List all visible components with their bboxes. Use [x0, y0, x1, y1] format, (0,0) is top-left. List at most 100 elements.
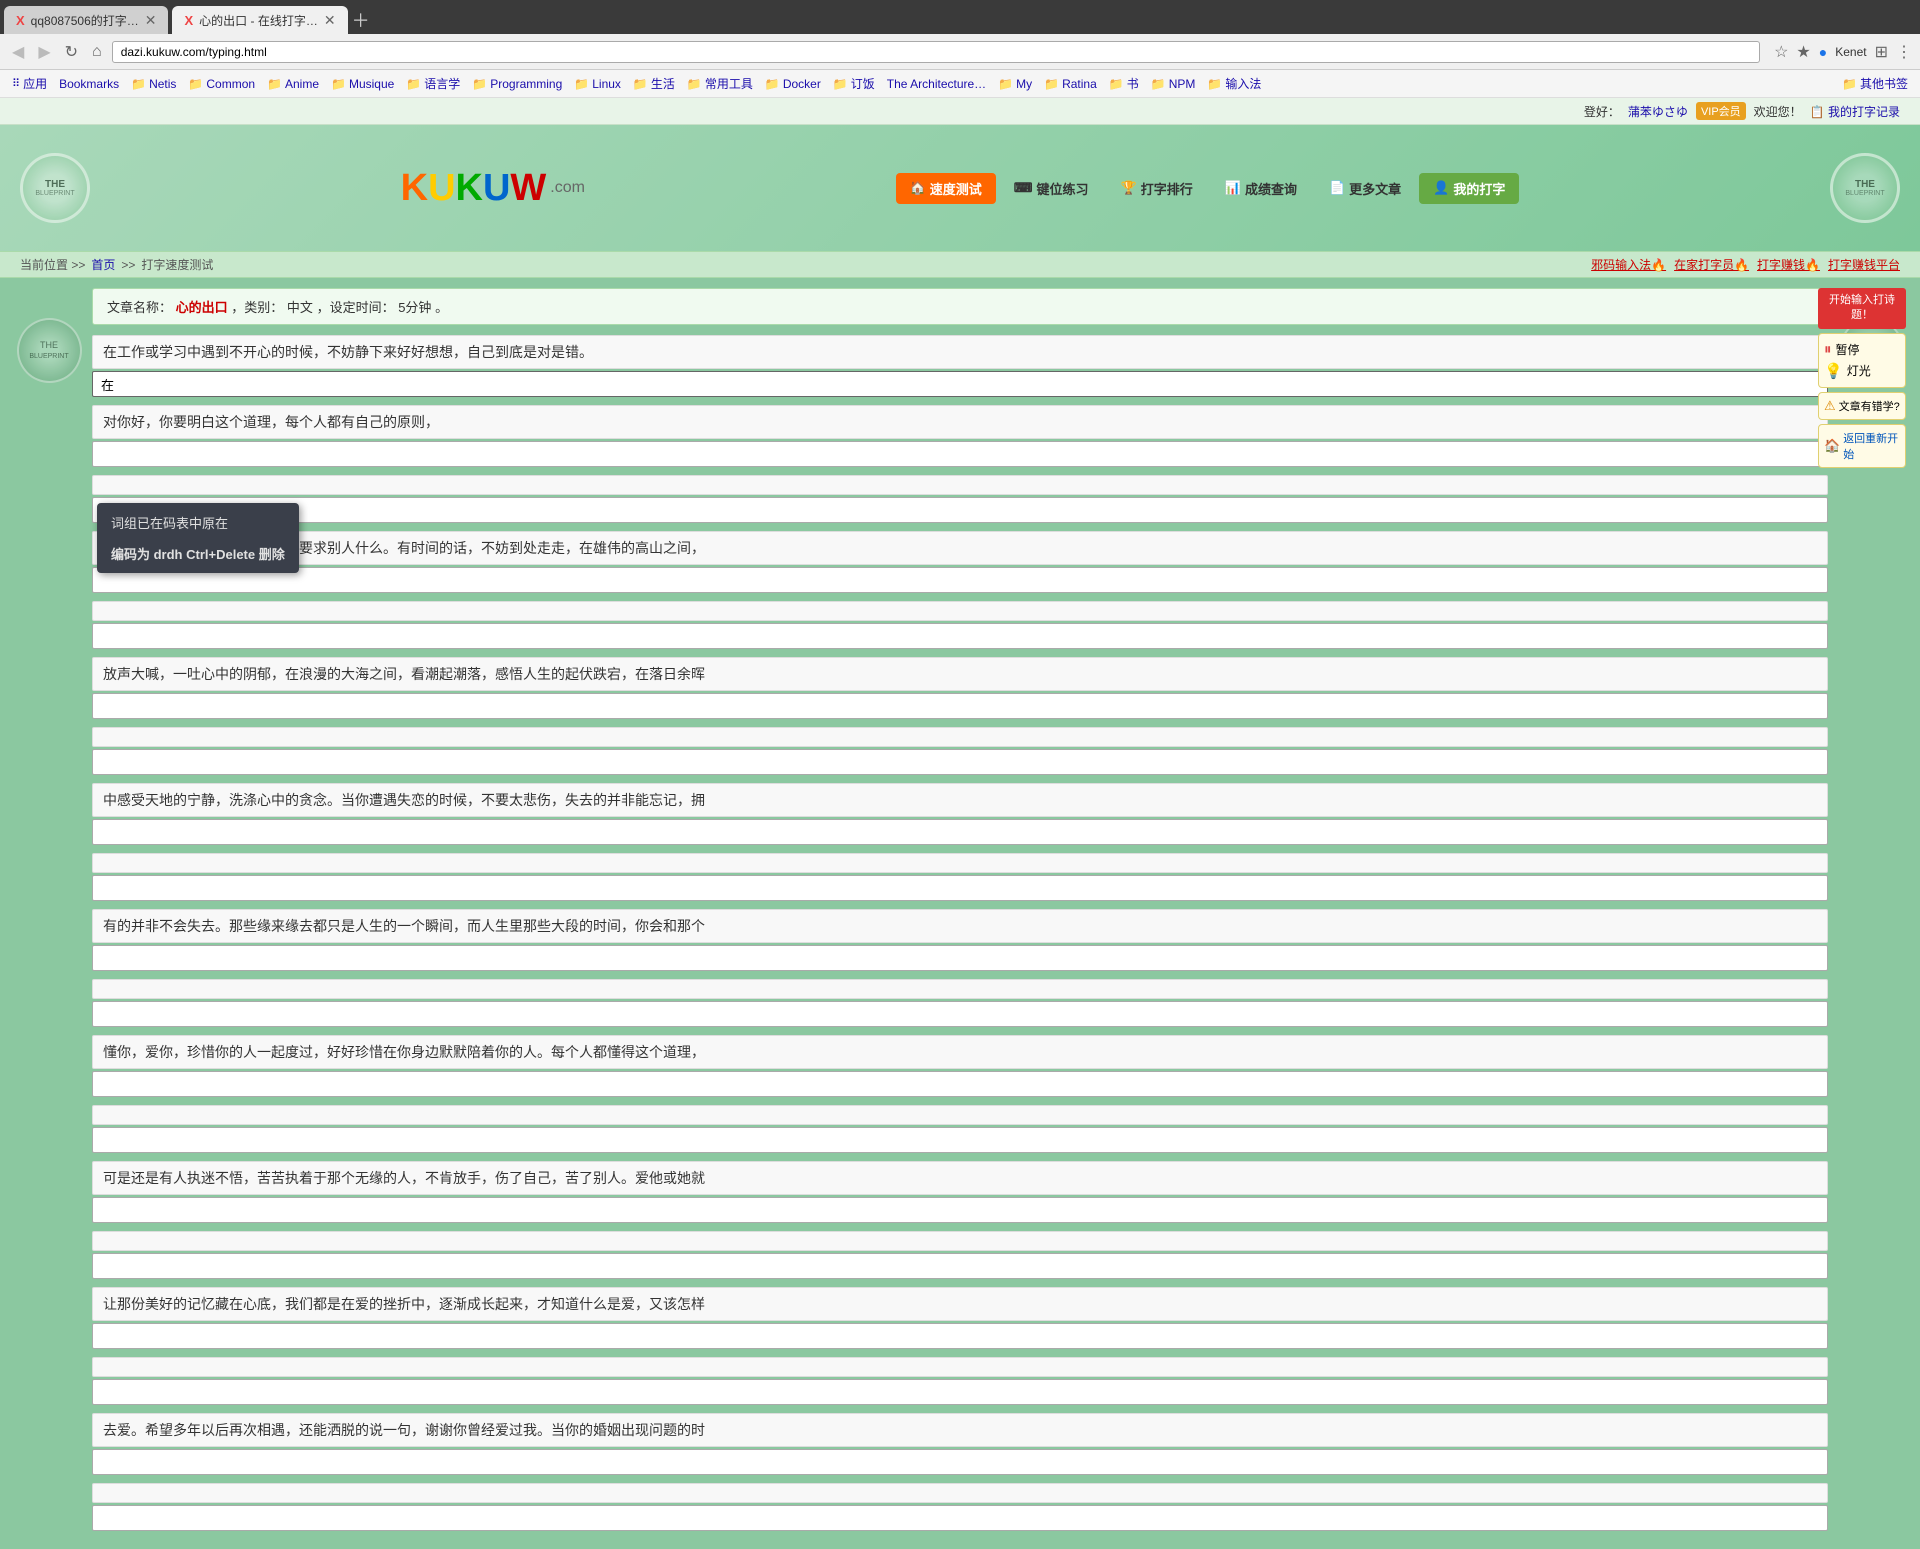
bookmark-anime[interactable]: 📁 Anime — [263, 76, 323, 92]
bookmark-input[interactable]: 📁 输入法 — [1203, 74, 1265, 93]
new-tab-button[interactable]: ＋ — [352, 7, 370, 33]
input-line-12[interactable] — [92, 1071, 1828, 1097]
bookmark-npm[interactable]: 📁 NPM — [1147, 76, 1200, 92]
start-input-banner[interactable]: 开始输入打诗题！ — [1818, 288, 1906, 329]
text-line-13 — [92, 1105, 1828, 1125]
nav-speed-test[interactable]: 🏠 速度测试 — [896, 173, 996, 204]
bookmark-ratina[interactable]: 📁 Ratina — [1040, 76, 1101, 92]
bookmark-musique[interactable]: 📁 Musique — [327, 76, 398, 92]
breadcrumb-link-earn[interactable]: 打字赚钱🔥 — [1757, 256, 1820, 273]
input-line-13[interactable] — [92, 1127, 1828, 1153]
bookmark-common[interactable]: 📁 Common — [184, 76, 259, 92]
restart-button[interactable]: 🏠 返回重新开始 — [1818, 424, 1906, 468]
tab-active[interactable]: X 心的出口 - 在线打字… ✕ — [172, 6, 347, 34]
input-line-5[interactable] — [92, 623, 1828, 649]
text-line-5 — [92, 601, 1828, 621]
pause-button[interactable]: ⏸ 暂停 — [1824, 339, 1900, 360]
left-decoration: THE BLUEPRINT — [20, 133, 90, 243]
site-logo[interactable]: KUKUW .com — [401, 167, 585, 210]
bookmark-books[interactable]: 📁 书 — [1105, 74, 1143, 93]
text-line-11 — [92, 979, 1828, 999]
content-area: 文章名称： 心的出口 ，类别： 中文 ，设定时间： 5分钟 。 词组已在码表中原… — [92, 288, 1828, 1539]
logo-u1: U — [428, 167, 455, 209]
nav-keyboard-practice[interactable]: ⌨ 键位练习 — [1000, 173, 1103, 204]
breadcrumb-home[interactable]: 首页 — [91, 256, 115, 273]
bookmark-linguistics[interactable]: 📁 语言学 — [402, 74, 464, 93]
input-line-14[interactable] — [92, 1197, 1828, 1223]
bookmark-icon[interactable]: ★ — [1796, 42, 1810, 62]
paragraph-5 — [92, 601, 1828, 649]
input-line-1[interactable] — [92, 371, 1828, 397]
context-menu-item-2[interactable]: 编码为 drdh Ctrl+Delete 删除 — [97, 538, 299, 569]
forward-button[interactable]: ▶ — [34, 40, 54, 64]
input-line-15[interactable] — [92, 1253, 1828, 1279]
bookmark-bookmarks[interactable]: Bookmarks — [55, 76, 123, 92]
breadcrumb-link-home-typing[interactable]: 在家打字员🔥 — [1674, 256, 1749, 273]
breadcrumb-link-platform[interactable]: 打字赚钱平台 — [1828, 256, 1900, 273]
bookmark-linux[interactable]: 📁 Linux — [570, 76, 625, 92]
paragraph-11 — [92, 979, 1828, 1027]
context-menu[interactable]: 词组已在码表中原在 编码为 drdh Ctrl+Delete 删除 — [97, 503, 299, 573]
site-header: THE BLUEPRINT KUKUW .com 🏠 速度测试 ⌨ 键位练习 — [0, 125, 1920, 251]
tab-title-active: 心的出口 - 在线打字… — [199, 12, 318, 29]
input-line-11[interactable] — [92, 1001, 1828, 1027]
bookmark-order[interactable]: 📁 订饭 — [829, 74, 879, 93]
home-button[interactable]: ⌂ — [88, 41, 106, 63]
context-menu-item-1[interactable]: 词组已在码表中原在 — [97, 507, 299, 538]
input-line-18[interactable] — [92, 1449, 1828, 1475]
folder-icon-my: 📁 — [998, 77, 1013, 91]
bookmark-programming[interactable]: 📁 Programming — [468, 76, 566, 92]
address-bar[interactable] — [112, 41, 1760, 63]
input-line-2[interactable] — [92, 441, 1828, 467]
tab-close-button[interactable]: ✕ — [145, 12, 157, 29]
bookmark-life[interactable]: 📁 生活 — [629, 74, 679, 93]
extensions-icon[interactable]: ⊞ — [1875, 42, 1888, 62]
star-icon[interactable]: ☆ — [1774, 42, 1788, 62]
my-records-link[interactable]: 📋 我的打字记录 — [1810, 103, 1900, 120]
bookmark-others[interactable]: 📁 其他书签 — [1838, 74, 1912, 93]
breadcrumb-current: 打字速度测试 — [141, 256, 213, 273]
study-button[interactable]: ⚠ 文章有错学? — [1818, 392, 1906, 420]
nav-score-query[interactable]: 📊 成绩查询 — [1211, 173, 1311, 204]
nav-more-articles[interactable]: 📄 更多文章 — [1315, 173, 1415, 204]
folder-icon-common: 📁 — [188, 77, 203, 91]
tab-close-active-button[interactable]: ✕ — [324, 12, 336, 29]
bookmark-apps[interactable]: ⠿ 应用 — [8, 74, 51, 93]
bookmark-tools[interactable]: 📁 常用工具 — [683, 74, 757, 93]
bookmark-netis[interactable]: 📁 Netis — [127, 76, 180, 92]
light-button[interactable]: 💡 灯光 — [1824, 360, 1900, 382]
input-line-4[interactable] — [92, 567, 1828, 593]
login-prompt: 登好： — [1584, 103, 1620, 120]
menu-icon[interactable]: ⋮ — [1896, 42, 1912, 62]
bookmark-architecture[interactable]: The Architecture… — [883, 76, 990, 92]
input-line-19[interactable] — [92, 1505, 1828, 1531]
input-line-7[interactable] — [92, 749, 1828, 775]
login-bar: 登好： 蒲苯ゆさゆ VIP会员 欢迎您！ 📋 我的打字记录 — [0, 98, 1920, 125]
nav-icons-area: ☆ ★ ● Kenet ⊞ ⋮ — [1774, 42, 1912, 62]
breadcrumb-link-input[interactable]: 邪码输入法🔥 — [1591, 256, 1666, 273]
input-line-10[interactable] — [92, 945, 1828, 971]
warning-icon: ⚠ — [1824, 398, 1836, 414]
input-line-16[interactable] — [92, 1323, 1828, 1349]
nav-typing-rank[interactable]: 🏆 打字排行 — [1107, 173, 1207, 204]
folder-icon-docker: 📁 — [765, 77, 780, 91]
bookmark-my[interactable]: 📁 My — [994, 76, 1036, 92]
back-button[interactable]: ◀ — [8, 40, 28, 64]
folder-icon-anime: 📁 — [267, 77, 282, 91]
folder-icon-life: 📁 — [633, 77, 648, 91]
input-line-3[interactable] — [92, 497, 1828, 523]
nav-my-typing[interactable]: 👤 我的打字 — [1419, 173, 1519, 204]
input-line-8[interactable] — [92, 819, 1828, 845]
bookmark-docker[interactable]: 📁 Docker — [761, 76, 825, 92]
paragraph-8: 中感受天地的宁静，洗涤心中的贪念。当你遭遇失恋的时候，不要太悲伤，失去的并非能忘… — [92, 783, 1828, 845]
input-line-9[interactable] — [92, 875, 1828, 901]
username-link[interactable]: 蒲苯ゆさゆ — [1628, 103, 1688, 120]
input-line-6[interactable] — [92, 693, 1828, 719]
tab-inactive[interactable]: X qq8087506的打字… ✕ — [4, 6, 168, 34]
reload-button[interactable]: ↻ — [61, 40, 82, 64]
folder-icon-linguistics: 📁 — [406, 77, 421, 91]
article-suffix: 。 — [435, 300, 448, 315]
input-line-17[interactable] — [92, 1379, 1828, 1405]
paragraph-18: 去爱。希望多年以后再次相遇，还能洒脱的说一句，谢谢你曾经爱过我。当你的婚姻出现问… — [92, 1413, 1828, 1475]
folder-icon-npm: 📁 — [1151, 77, 1166, 91]
